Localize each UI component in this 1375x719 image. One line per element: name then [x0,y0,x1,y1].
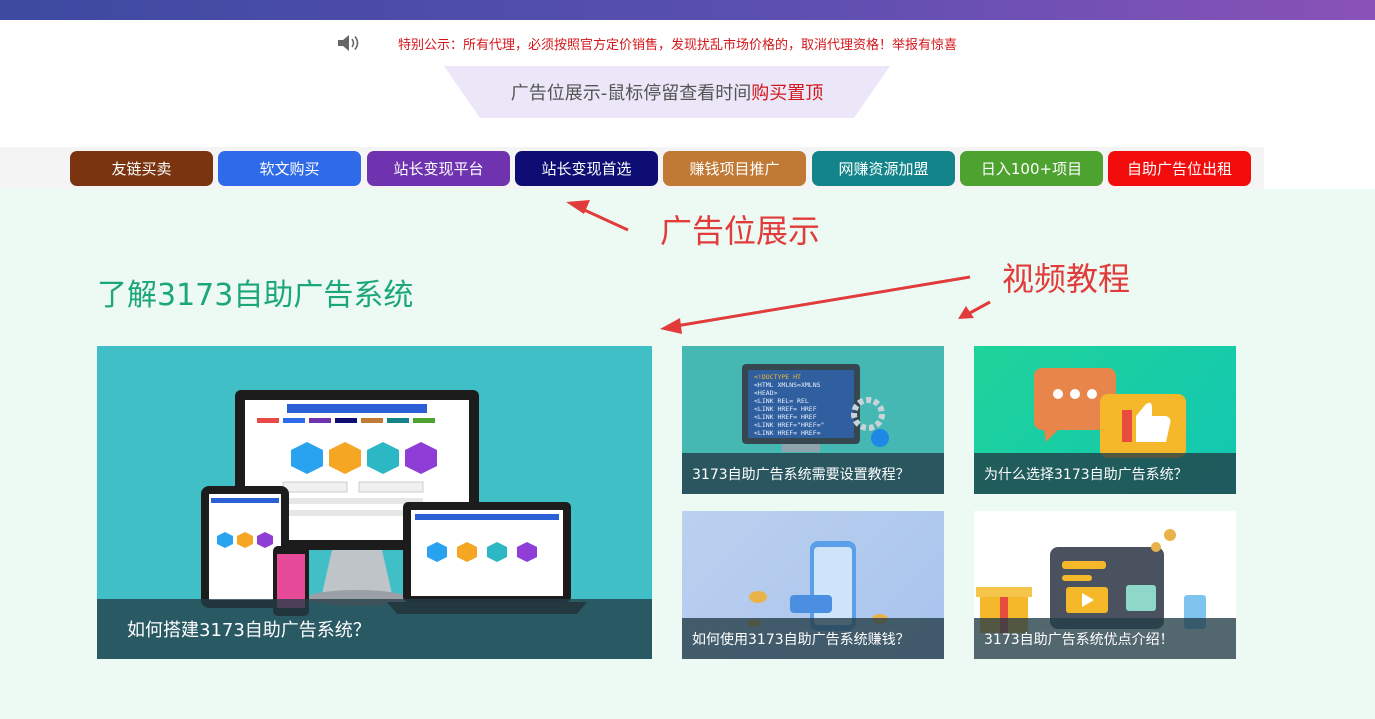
nav-button-5[interactable]: 赚钱项目推广 [663,151,806,186]
card-caption: 3173自助广告系统优点介绍！ [974,618,1236,659]
code-lines: <!DOCTYPE HT<HTML XMLNS=XMLNS<HEAD><LINK… [754,373,824,437]
card-setup-tutorial[interactable]: <!DOCTYPE HT <HTML XMLNS=XMLNS <HEAD> <LINK… [682,346,944,494]
code-line: <LINK HREF= HREF= [754,429,821,437]
ad-tab-text: 广告位展示-鼠标停留查看时间 [510,83,752,104]
card-why-choose[interactable]: 为什么选择3173自助广告系统？ [974,346,1236,494]
buy-top-link[interactable]: 购买置顶 [751,79,823,105]
card-caption: 为什么选择3173自助广告系统？ [974,453,1236,494]
nav-button-2[interactable]: 软文购买 [218,151,361,186]
code-line: <HEAD> [754,389,778,397]
nav-button-7[interactable]: 日入100+项目 [960,151,1103,186]
card-caption: 3173自助广告系统需要设置教程？ [682,453,944,494]
nav-button-1[interactable]: 友链买卖 [70,151,213,186]
card-how-to-build[interactable]: 如何搭建3173自助广告系统？ [97,346,652,659]
annotation-ad-display: 广告位展示 [660,212,821,250]
ad-display-tab[interactable]: 广告位展示-鼠标停留查看时间 购买置顶 [444,66,890,118]
notice-bar: 特别公示：所有代理，必须按照官方定价销售，发现扰乱市场价格的，取消代理资格！举报… [336,30,957,56]
card-how-to-earn[interactable]: 如何使用3173自助广告系统赚钱？ [682,511,944,659]
ad-tab-label: 广告位展示-鼠标停留查看时间 购买置顶 [444,66,890,118]
annotation-video-tutorial: 视频教程 [1002,260,1131,298]
top-gradient-bar [0,0,1375,20]
speaker-icon [338,35,359,51]
nav-button-3[interactable]: 站长变现平台 [367,151,510,186]
code-line: <LINK HREF="HREF=" [754,421,824,429]
code-line: <!DOCTYPE HT [754,373,801,381]
card-caption: 如何使用3173自助广告系统赚钱？ [682,618,944,659]
nav-button-6[interactable]: 网赚资源加盟 [812,151,955,186]
card-caption: 如何搭建3173自助广告系统？ [97,599,652,659]
section-title: 了解3173自助广告系统 [97,278,414,313]
nav-button-8[interactable]: 自助广告位出租 [1108,151,1251,186]
notice-text: 特别公示：所有代理，必须按照官方定价销售，发现扰乱市场价格的，取消代理资格！举报… [398,37,958,53]
code-line: <LINK REL= REL [754,397,809,405]
nav-button-4[interactable]: 站长变现首选 [515,151,658,186]
code-line: <LINK HREF= HREF [754,413,817,421]
code-line: <LINK HREF= HREF [754,405,817,413]
card-advantages[interactable]: 3173自助广告系统优点介绍！ [974,511,1236,659]
code-line: <HTML XMLNS=XMLNS [754,381,821,389]
